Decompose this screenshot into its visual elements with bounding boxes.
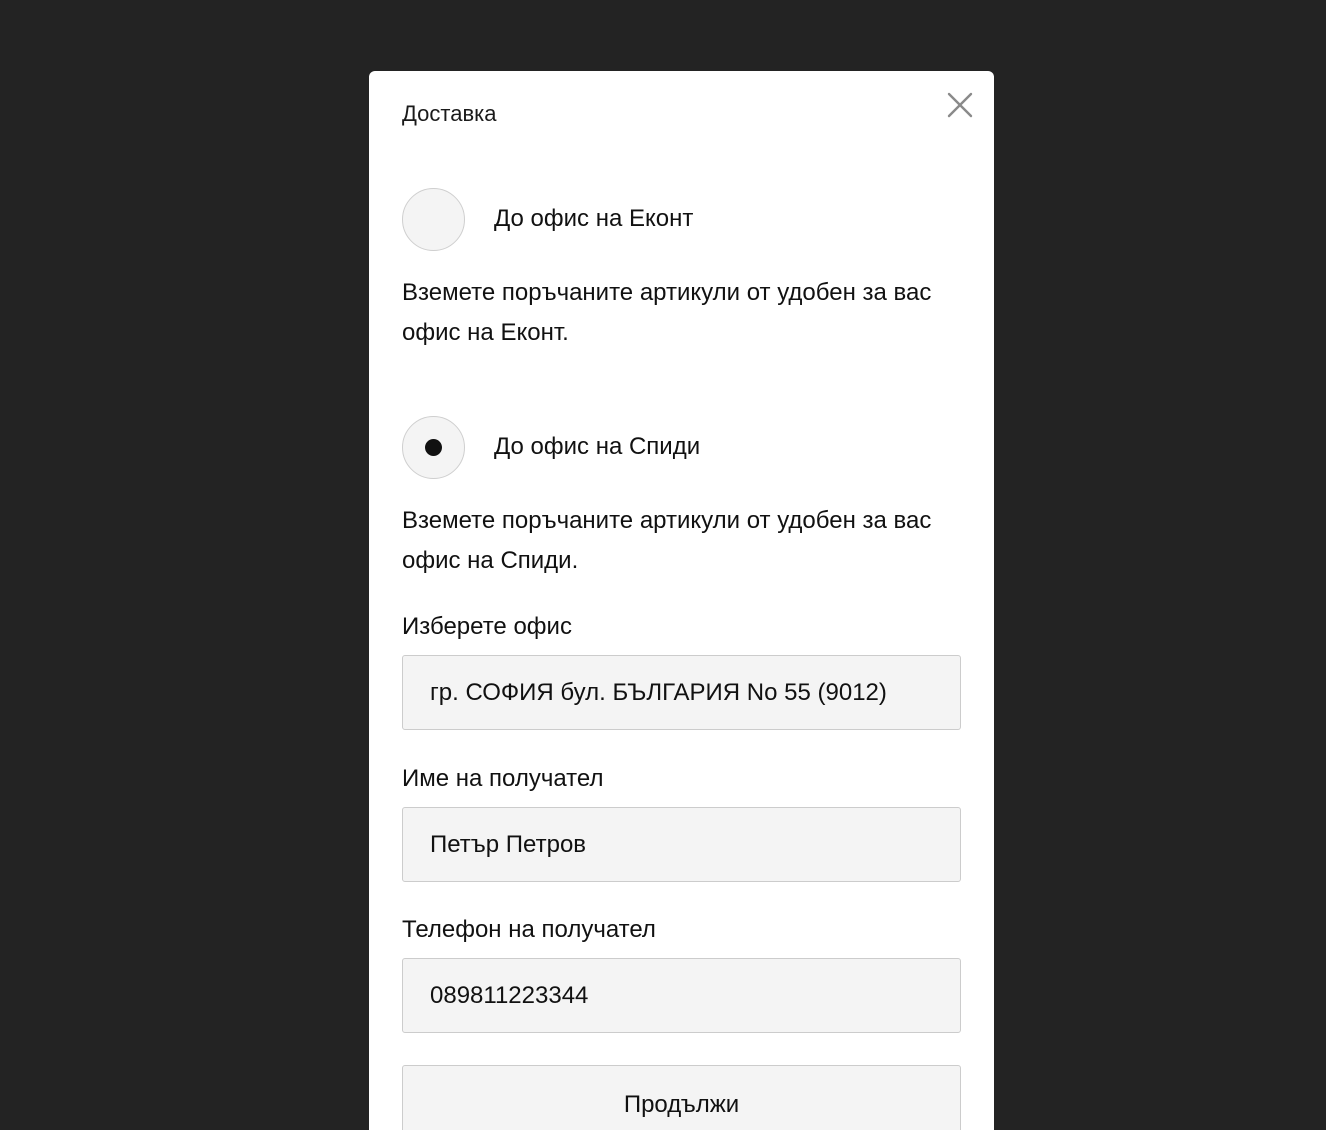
delivery-option-econt: До офис на Еконт Вземете поръчаните арти…	[402, 186, 962, 353]
office-field-group: Изберете офис	[402, 612, 961, 730]
option-description-econt: Вземете поръчаните артикули от удобен за…	[402, 279, 932, 346]
office-label: Изберете офис	[402, 613, 572, 640]
delivery-modal: Доставка До офис на Еконт Вземете поръча…	[369, 71, 994, 1130]
recipient-name-group: Име на получател	[402, 764, 961, 882]
recipient-phone-group: Телефон на получател	[402, 915, 961, 1033]
option-label-econt: До офис на Еконт	[494, 205, 694, 232]
close-button[interactable]	[946, 91, 974, 119]
option-label-speedy: До офис на Спиди	[494, 433, 701, 460]
delivery-option-speedy-select[interactable]: До офис на Спиди	[402, 414, 962, 480]
radio-econt[interactable]	[402, 187, 465, 251]
office-input[interactable]	[402, 655, 961, 730]
close-icon	[947, 92, 973, 118]
radio-selected-dot	[425, 438, 442, 456]
radio-speedy[interactable]	[402, 415, 465, 479]
recipient-phone-input[interactable]	[402, 958, 961, 1033]
modal-title: Доставка	[402, 101, 497, 126]
recipient-name-input[interactable]	[402, 807, 961, 882]
delivery-option-econt-select[interactable]: До офис на Еконт	[402, 186, 962, 252]
recipient-name-label: Име на получател	[402, 765, 604, 792]
delivery-option-speedy: До офис на Спиди Вземете поръчаните арти…	[402, 414, 962, 581]
continue-button[interactable]: Продължи	[402, 1065, 961, 1130]
recipient-phone-label: Телефон на получател	[402, 916, 656, 943]
option-description-speedy: Вземете поръчаните артикули от удобен за…	[402, 507, 932, 574]
